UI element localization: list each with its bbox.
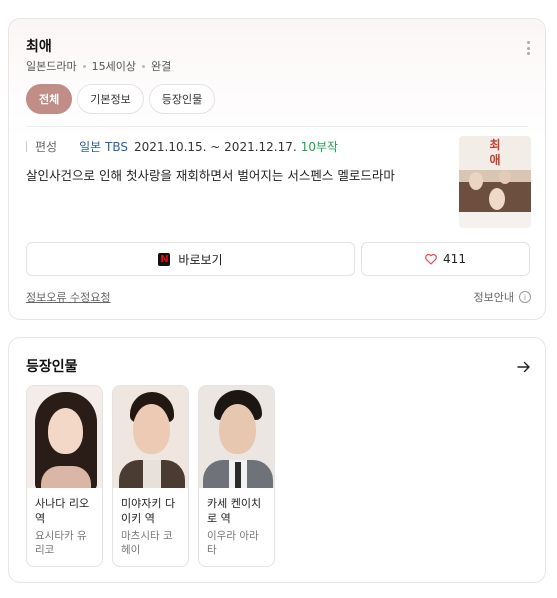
- arrow-right-icon[interactable]: [517, 358, 531, 377]
- cast-member-card[interactable]: 사나다 리오 역 요시타카 유리코: [26, 385, 103, 567]
- info-icon: i: [519, 291, 531, 303]
- netflix-logo-icon: N: [158, 252, 171, 266]
- info-guide-label: 정보안내: [473, 291, 514, 304]
- drama-country: 일본드라마: [26, 60, 77, 73]
- character-role: 미야자키 다이키 역: [121, 497, 176, 525]
- cast-card-section: 등장인물 사나다 리오 역 요시타카 유리코 미야자키 다이키 역 마츠시타 코…: [8, 337, 546, 583]
- divider: [26, 126, 528, 127]
- broadcast-label: 편성: [35, 140, 58, 154]
- drama-rating: 15세이상: [91, 60, 136, 73]
- heart-icon: [425, 253, 437, 265]
- drama-meta: 일본드라마 15세이상 완결: [26, 58, 171, 74]
- actor-name: 마츠시타 코헤이: [121, 530, 173, 556]
- network-link[interactable]: 일본 TBS: [79, 138, 128, 155]
- cast-section-title: 등장인물: [26, 359, 78, 375]
- drama-info-card: 최애 일본드라마 15세이상 완결 전체 기본정보 등장인물 편성 일본 TBS…: [8, 18, 546, 320]
- cast-list: 사나다 리오 역 요시타카 유리코 미야자키 다이키 역 마츠시타 코헤이 카세…: [26, 385, 275, 567]
- synopsis: 살인사건으로 인해 첫사랑을 재회하면서 벌어지는 서스펜스 멜로드라마: [26, 168, 395, 183]
- watch-now-label: 바로보기: [178, 252, 223, 267]
- watch-now-button[interactable]: N 바로보기: [26, 242, 355, 276]
- separator-dot: [141, 64, 145, 68]
- actor-name: 이우라 아라타: [207, 530, 259, 556]
- separator-dot: [82, 64, 86, 68]
- tab-bar: 전체 기본정보 등장인물: [26, 84, 216, 114]
- broadcast-dates: 2021.10.15. ~ 2021.12.17.: [133, 139, 297, 154]
- character-role: 카세 켄이치로 역: [207, 497, 262, 525]
- episode-count: 10부작: [300, 140, 339, 154]
- more-options-icon[interactable]: [527, 41, 531, 55]
- actor-photo: [27, 386, 102, 488]
- tab-all[interactable]: 전체: [26, 84, 73, 114]
- actor-photo: [199, 386, 274, 488]
- label-bar: [26, 141, 27, 152]
- drama-title: 최애: [26, 39, 52, 55]
- info-guide-link[interactable]: 정보안내 i: [474, 289, 531, 305]
- character-role: 사나다 리오 역: [35, 497, 90, 525]
- cast-member-card[interactable]: 미야자키 다이키 역 마츠시타 코헤이: [112, 385, 189, 567]
- tab-basic-info[interactable]: 기본정보: [77, 84, 144, 114]
- actor-photo: [113, 386, 188, 488]
- actor-name: 요시타카 유리코: [35, 530, 87, 556]
- like-count: 411: [443, 252, 466, 266]
- drama-status: 완결: [150, 60, 172, 73]
- report-error-link[interactable]: 정보오류 수정요청: [26, 289, 110, 305]
- broadcast-info: 편성 일본 TBS 2021.10.15. ~ 2021.12.17. 10부작: [26, 138, 338, 155]
- cast-member-card[interactable]: 카세 켄이치로 역 이우라 아라타: [198, 385, 275, 567]
- poster-title: 최 애: [489, 138, 501, 167]
- like-button[interactable]: 411: [361, 242, 530, 276]
- tab-characters[interactable]: 등장인물: [148, 84, 216, 114]
- poster-image[interactable]: 최 애: [459, 136, 531, 228]
